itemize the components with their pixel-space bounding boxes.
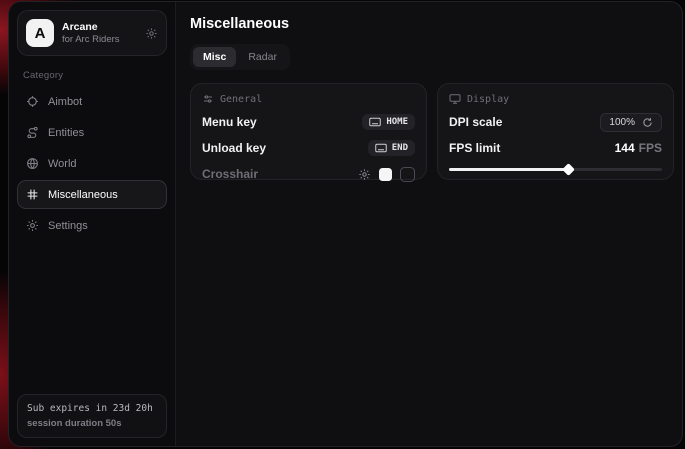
menu-key-label: Menu key xyxy=(202,115,257,129)
brand-text: Arcane for Arc Riders xyxy=(62,21,137,45)
sidebar-item-aimbot[interactable]: Aimbot xyxy=(17,87,167,116)
slider-thumb[interactable] xyxy=(562,163,575,176)
display-card-header: Display xyxy=(449,93,662,105)
tab-bar: Misc Radar xyxy=(190,44,290,70)
session-duration-text: session duration 50s xyxy=(27,418,157,429)
unload-key-bind-button[interactable]: END xyxy=(368,140,415,156)
general-card-header: General xyxy=(202,93,415,105)
dpi-scale-label: DPI scale xyxy=(449,115,502,129)
cards-row: General Menu key HOME xyxy=(190,83,674,180)
display-card-title: Display xyxy=(467,94,509,105)
sidebar-item-world[interactable]: World xyxy=(17,149,167,178)
crosshair-checkbox[interactable] xyxy=(400,167,415,182)
refresh-icon xyxy=(642,117,653,128)
tab-radar[interactable]: Radar xyxy=(238,47,287,67)
sidebar: A Arcane for Arc Riders Category xyxy=(9,2,176,446)
menu-key-value: HOME xyxy=(386,117,408,127)
unload-key-value: END xyxy=(392,143,408,153)
sidebar-item-label: Entities xyxy=(48,127,84,139)
sidebar-item-label: World xyxy=(48,158,77,170)
page-title: Miscellaneous xyxy=(190,16,674,32)
sidebar-item-label: Settings xyxy=(48,220,88,232)
sidebar-item-settings[interactable]: Settings xyxy=(17,211,167,240)
fps-limit-value-wrap: 144 FPS xyxy=(615,139,662,157)
crosshair-row: Crosshair xyxy=(202,165,415,183)
globe-icon xyxy=(26,157,39,170)
brand-card: A Arcane for Arc Riders xyxy=(17,10,167,56)
crosshair-controls xyxy=(358,167,415,182)
general-card-title: General xyxy=(220,94,262,105)
display-card: Display DPI scale 100% xyxy=(437,83,674,180)
slider-fill xyxy=(449,168,568,171)
fps-limit-value: 144 xyxy=(615,141,635,155)
grid-icon xyxy=(26,188,39,201)
menu-key-bind-button[interactable]: HOME xyxy=(362,114,415,130)
dpi-scale-select[interactable]: 100% xyxy=(600,113,662,132)
dpi-scale-row: DPI scale 100% xyxy=(449,113,662,131)
sidebar-item-miscellaneous[interactable]: Miscellaneous xyxy=(17,180,167,209)
fps-limit-row: FPS limit 144 FPS xyxy=(449,139,662,157)
dpi-scale-value: 100% xyxy=(609,117,635,128)
fps-limit-label: FPS limit xyxy=(449,141,500,155)
app-logo: A xyxy=(26,19,54,47)
app-window: A Arcane for Arc Riders Category xyxy=(8,1,683,447)
crosshair-label: Crosshair xyxy=(202,167,258,181)
crosshair-icon xyxy=(26,95,39,108)
fps-limit-slider[interactable] xyxy=(449,163,662,171)
keyboard-icon xyxy=(369,117,381,127)
gear-icon[interactable] xyxy=(145,27,158,40)
main-content: Miscellaneous Misc Radar General xyxy=(176,2,683,446)
category-label: Category xyxy=(23,70,167,81)
sub-expires-text: Sub expires in 23d 20h xyxy=(27,403,157,414)
sidebar-nav: Aimbot Entities xyxy=(17,87,167,240)
crosshair-settings-gear-icon[interactable] xyxy=(358,168,371,181)
tab-misc[interactable]: Misc xyxy=(193,47,236,67)
sliders-icon xyxy=(202,93,214,105)
app-title: Arcane xyxy=(62,21,137,33)
unload-key-label: Unload key xyxy=(202,141,266,155)
menu-key-row: Menu key HOME xyxy=(202,113,415,131)
monitor-icon xyxy=(449,93,461,105)
crosshair-color-swatch[interactable] xyxy=(379,168,392,181)
subscription-status-box: Sub expires in 23d 20h session duration … xyxy=(17,394,167,438)
route-icon xyxy=(26,126,39,139)
sidebar-item-label: Aimbot xyxy=(48,96,82,108)
unload-key-row: Unload key END xyxy=(202,139,415,157)
sidebar-item-entities[interactable]: Entities xyxy=(17,118,167,147)
app-subtitle: for Arc Riders xyxy=(62,34,137,45)
general-card: General Menu key HOME xyxy=(190,83,427,180)
fps-limit-unit: FPS xyxy=(639,141,662,155)
sidebar-item-label: Miscellaneous xyxy=(48,189,118,201)
sidebar-spacer xyxy=(17,240,167,394)
keyboard-icon xyxy=(375,143,387,153)
gear-icon xyxy=(26,219,39,232)
